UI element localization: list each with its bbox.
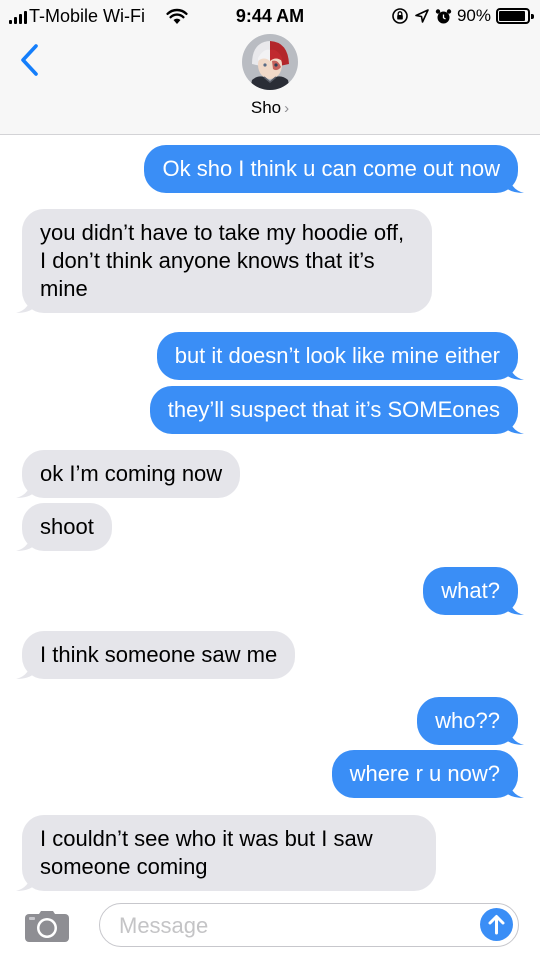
message-text: where r u now? xyxy=(349,761,500,786)
compose-bar: Message xyxy=(0,895,540,960)
message-text: but it doesn’t look like mine either xyxy=(174,343,500,368)
message-text: who?? xyxy=(435,708,500,733)
message-text: ok I’m coming now xyxy=(40,461,223,486)
camera-button[interactable] xyxy=(23,910,71,949)
bubble-tail xyxy=(16,659,35,679)
contact-avatar[interactable] xyxy=(242,34,298,90)
message-bubble-incoming[interactable]: I think someone saw me xyxy=(16,631,296,679)
avatar-image xyxy=(242,34,298,90)
conversation-header: Sho › xyxy=(0,34,540,135)
status-bar: T-Mobile Wi-Fi 9:44 AM 90% xyxy=(0,0,540,34)
message-bubble-outgoing[interactable]: who?? xyxy=(417,697,524,745)
screen-lock-icon xyxy=(392,8,408,24)
message-text: what? xyxy=(441,578,500,603)
message-thread[interactable]: Ok sho I think u can come out now you di… xyxy=(0,135,540,895)
bubble-tail xyxy=(505,360,524,380)
message-bubble-outgoing[interactable]: they’ll suspect that it’s SOMEones xyxy=(149,386,524,434)
alarm-icon xyxy=(435,8,452,23)
message-bubble-outgoing[interactable]: where r u now? xyxy=(331,750,524,798)
bubble-tail xyxy=(16,478,35,498)
bubble-tail xyxy=(16,871,35,891)
send-button[interactable] xyxy=(480,908,513,941)
battery-icon xyxy=(496,8,534,24)
contact-name-button[interactable]: Sho › xyxy=(0,98,540,118)
contact-name: Sho xyxy=(250,98,282,117)
message-bubble-incoming[interactable]: I couldn’t see who it was but I saw some… xyxy=(16,815,436,891)
message-bubble-outgoing[interactable]: what? xyxy=(423,567,524,615)
chevron-right-icon: › xyxy=(284,100,290,117)
camera-icon xyxy=(25,911,69,942)
bubble-tail xyxy=(505,725,524,745)
battery-percentage: 90% xyxy=(456,6,491,25)
message-bubble-incoming[interactable]: you didn’t have to take my hoodie off, I… xyxy=(16,209,432,313)
bubble-tail xyxy=(505,173,524,193)
send-arrow-up-icon xyxy=(488,915,505,935)
back-button[interactable] xyxy=(12,40,48,80)
bubble-tail xyxy=(505,595,524,615)
bubble-tail xyxy=(16,531,35,551)
message-bubble-incoming[interactable]: shoot xyxy=(16,503,112,551)
location-arrow-icon xyxy=(415,9,429,23)
message-text: Ok sho I think u can come out now xyxy=(162,156,500,181)
message-placeholder: Message xyxy=(119,913,209,938)
message-input[interactable]: Message xyxy=(99,903,519,947)
message-text: I couldn’t see who it was but I saw some… xyxy=(40,826,373,879)
chevron-left-icon xyxy=(21,44,38,76)
message-bubble-incoming[interactable]: ok I’m coming now xyxy=(16,450,241,498)
bubble-tail xyxy=(505,778,524,798)
message-bubble-outgoing[interactable]: but it doesn’t look like mine either xyxy=(156,332,524,380)
message-text: I think someone saw me xyxy=(40,642,278,667)
bubble-tail xyxy=(505,414,524,434)
message-text: shoot xyxy=(40,514,94,539)
message-text: they’ll suspect that it’s SOMEones xyxy=(167,397,500,422)
message-text: you didn’t have to take my hoodie off, I… xyxy=(40,220,405,301)
bubble-tail xyxy=(16,293,35,313)
message-bubble-outgoing[interactable]: Ok sho I think u can come out now xyxy=(144,145,524,193)
